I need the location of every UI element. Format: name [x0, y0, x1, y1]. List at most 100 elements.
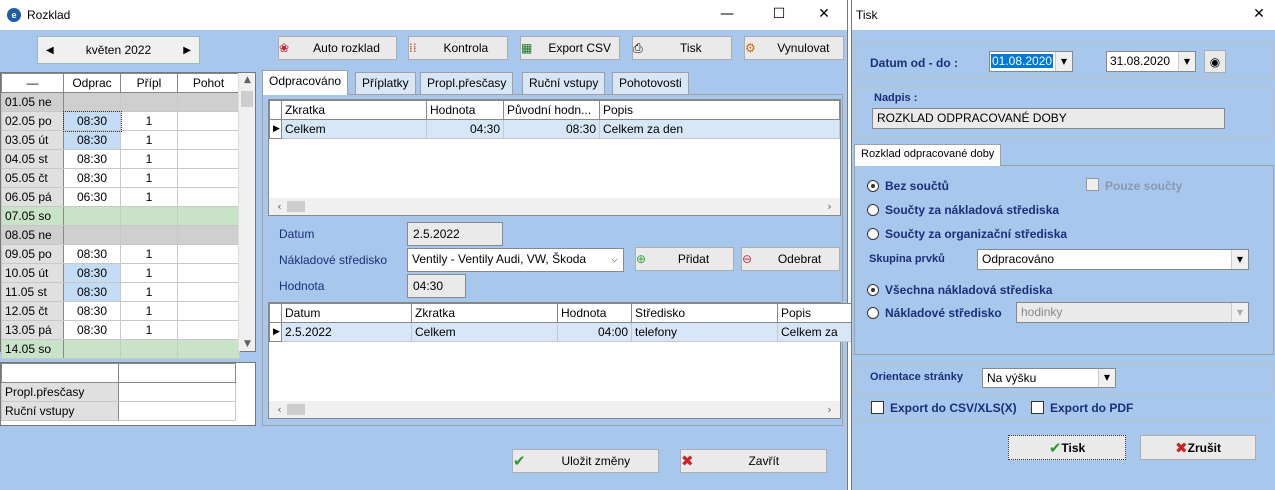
- tab-pohotovosti[interactable]: Pohotovosti: [612, 72, 689, 94]
- cell-pripl[interactable]: 1: [120, 282, 178, 302]
- calendar-toggle-button[interactable]: ◉: [1204, 50, 1226, 73]
- cell-pripl[interactable]: 1: [120, 130, 178, 150]
- cell-day[interactable]: 01.05 ne: [1, 92, 64, 112]
- cell-pohot[interactable]: [177, 263, 240, 283]
- cell-pripl[interactable]: 1: [120, 168, 178, 188]
- cell-odprac[interactable]: 08:30: [63, 301, 121, 321]
- table-row[interactable]: 02.05 po 08:30 1: [1, 110, 240, 132]
- chevron-down-icon[interactable]: ▼: [1178, 52, 1195, 71]
- vynulovat-button[interactable]: ⚙ Vynulovat: [744, 36, 844, 60]
- table-row[interactable]: ▶ 2.5.2022 Celkem 04:00 telefony Celkem …: [269, 322, 860, 342]
- tisk-button[interactable]: ⎙ Tisk: [632, 36, 732, 60]
- table-row[interactable]: 10.05 út 08:30 1: [1, 263, 240, 283]
- odebrat-button[interactable]: ⊖ Odebrat: [741, 247, 840, 271]
- cell-odprac[interactable]: 08:30: [63, 263, 121, 283]
- table-row[interactable]: 08.05 ne: [1, 225, 240, 245]
- cell-pohot[interactable]: [177, 92, 240, 112]
- cell-pripl[interactable]: [120, 206, 178, 226]
- nadpis-input[interactable]: ROZKLAD ODPRACOVANÉ DOBY: [872, 108, 1225, 129]
- cell-pohot[interactable]: [177, 320, 240, 340]
- cell-day[interactable]: 09.05 po: [1, 244, 64, 264]
- pouze-soucty-checkbox[interactable]: [1086, 178, 1099, 191]
- auto-rozklad-button[interactable]: ❀ Auto rozklad: [278, 36, 397, 60]
- cell-day[interactable]: 03.05 út: [1, 130, 64, 150]
- cell-pripl[interactable]: 1: [120, 320, 178, 340]
- col-header-pripl[interactable]: Přípl: [120, 73, 178, 93]
- cell-odprac[interactable]: 08:30: [63, 168, 121, 188]
- cell-pohot[interactable]: [177, 187, 240, 207]
- days-grid[interactable]: — Odprac Přípl Pohot 01.05 ne 02.05 po 08:…: [0, 72, 256, 359]
- cell-odprac[interactable]: [63, 92, 121, 112]
- cell-odprac[interactable]: [63, 206, 121, 226]
- cell-pripl[interactable]: 1: [120, 187, 178, 207]
- cell-day[interactable]: 13.05 pá: [1, 320, 64, 340]
- col-header-hodnota[interactable]: Hodnota: [557, 303, 632, 323]
- tisk-ok-button[interactable]: ✔ Tisk: [1008, 435, 1126, 460]
- table-row[interactable]: 01.05 ne: [1, 92, 240, 112]
- table-row[interactable]: 09.05 po 08:30 1: [1, 244, 240, 264]
- cell-pohot[interactable]: [177, 339, 240, 359]
- cell-pohot[interactable]: [177, 130, 240, 150]
- export-csv-checkbox[interactable]: [871, 401, 884, 414]
- table-row[interactable]: 12.05 čt 08:30 1: [1, 301, 240, 321]
- vsechna-strediska-radio[interactable]: [867, 284, 879, 296]
- odpracovano-grid[interactable]: Zkratka Hodnota Původní hodn... Popis ▶ …: [268, 99, 841, 216]
- chevron-down-icon[interactable]: ⌵: [606, 249, 623, 271]
- col-header-stredisko[interactable]: Středisko: [631, 303, 778, 323]
- zavrit-button[interactable]: ✖ Zavřít: [680, 449, 827, 473]
- cell-day[interactable]: 14.05 so: [1, 339, 64, 359]
- prev-month-icon[interactable]: ◀: [46, 45, 54, 56]
- cell-pripl[interactable]: 1: [120, 111, 178, 131]
- cell-day[interactable]: 08.05 ne: [1, 225, 64, 245]
- soucty-organizacni-radio[interactable]: [867, 228, 879, 240]
- cell-odprac[interactable]: 08:30: [62, 110, 122, 132]
- cell-pohot[interactable]: [177, 282, 240, 302]
- close-icon[interactable]: ✕: [812, 6, 836, 22]
- strediska-grid[interactable]: Datum Zkratka Hodnota Středisko Popis ▶ …: [268, 302, 860, 419]
- chevron-down-icon[interactable]: ▼: [1231, 250, 1248, 269]
- table-row[interactable]: 04.05 st 08:30 1: [1, 149, 240, 169]
- cell-pripl[interactable]: [120, 92, 178, 112]
- cell-day[interactable]: 11.05 st: [1, 282, 64, 302]
- table-row[interactable]: 06.05 pá 06:30 1: [1, 187, 240, 207]
- col-header-pohot[interactable]: Pohot: [177, 73, 240, 93]
- close-icon[interactable]: ✕: [1247, 6, 1271, 22]
- cell-odprac[interactable]: 08:30: [63, 130, 121, 150]
- bez-souctu-radio[interactable]: [867, 180, 879, 192]
- cell-odprac[interactable]: [63, 339, 121, 359]
- date-to-picker[interactable]: 31.08.2020 ▼: [1106, 51, 1196, 72]
- chevron-down-icon[interactable]: ▼: [1231, 303, 1248, 322]
- export-csv-button[interactable]: ▦ Export CSV: [520, 36, 620, 60]
- cell-day[interactable]: 10.05 út: [1, 263, 64, 283]
- table-row[interactable]: 11.05 st 08:30 1: [1, 282, 240, 302]
- col-header-odprac[interactable]: Odprac: [63, 73, 121, 93]
- col-header-popis[interactable]: Popis: [599, 100, 840, 120]
- pridat-button[interactable]: ⊕ Přidat: [635, 247, 734, 271]
- table-row[interactable]: ▶ Celkem 04:30 08:30 Celkem za den: [269, 119, 840, 139]
- table-row[interactable]: 14.05 so: [1, 339, 240, 359]
- cell-odprac[interactable]: 08:30: [63, 320, 121, 340]
- date-from-picker[interactable]: 01.08.2020 ▼: [989, 51, 1073, 72]
- next-month-icon[interactable]: ▶: [183, 45, 191, 56]
- export-pdf-checkbox[interactable]: [1031, 401, 1044, 414]
- cell-day[interactable]: 05.05 čt: [1, 168, 64, 188]
- tab-propl-prescasy[interactable]: Propl.přesčasy: [420, 72, 514, 94]
- tab-odpracovano[interactable]: Odpracováno: [262, 70, 349, 95]
- table-row[interactable]: 05.05 čt 08:30 1: [1, 168, 240, 188]
- cell-odprac[interactable]: [63, 225, 121, 245]
- cell-pohot[interactable]: [177, 168, 240, 188]
- strediska-hscroll[interactable]: ‹ ›: [269, 401, 840, 418]
- ulozit-zmeny-button[interactable]: ✔ Uložit změny: [512, 449, 659, 473]
- cell-day[interactable]: 04.05 st: [1, 149, 64, 169]
- cell-odprac[interactable]: 08:30: [63, 149, 121, 169]
- chevron-down-icon[interactable]: ▼: [1098, 369, 1115, 387]
- odpracovano-hscroll[interactable]: ‹ ›: [269, 198, 840, 215]
- col-header-day[interactable]: —: [1, 73, 64, 93]
- cell-day[interactable]: 02.05 po: [1, 111, 64, 131]
- col-header-datum[interactable]: Datum: [281, 303, 412, 323]
- col-header-zkratka[interactable]: Zkratka: [281, 100, 427, 120]
- orientace-select[interactable]: Na výšku ▼: [982, 368, 1116, 388]
- tab-rucni-vstupy[interactable]: Ruční vstupy: [522, 72, 606, 94]
- cell-odprac[interactable]: 08:30: [63, 282, 121, 302]
- nakladove-stredisko-radio[interactable]: [867, 307, 879, 319]
